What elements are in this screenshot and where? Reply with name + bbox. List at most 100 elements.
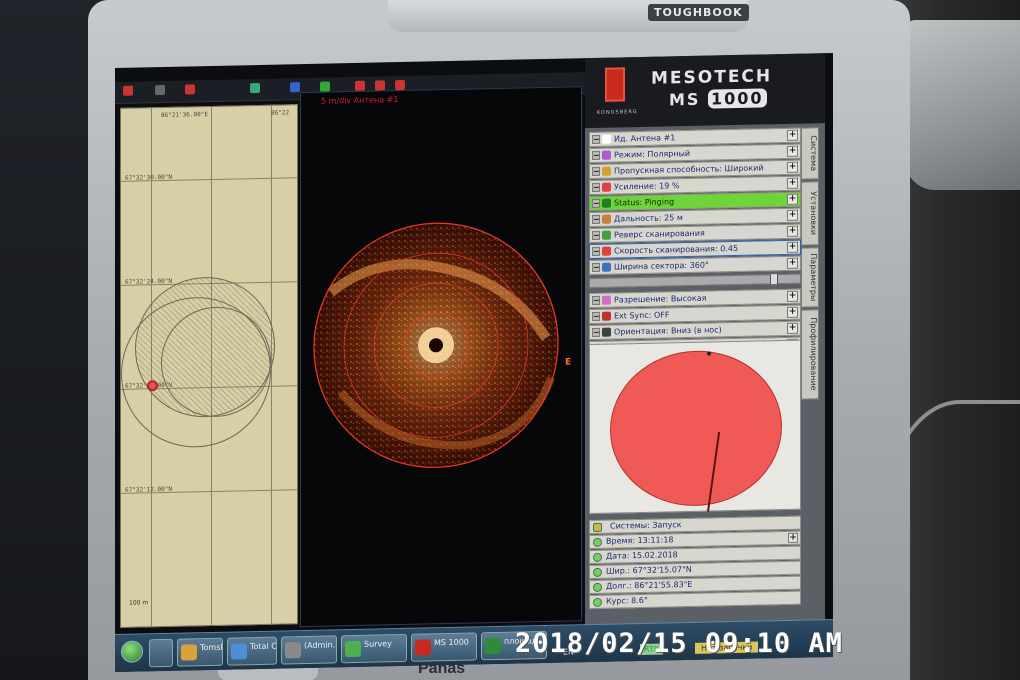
parameter-icon [602,295,611,305]
system-info-label: Дата: 15.02.2018 [606,550,678,561]
map-scale: 100 m [129,599,149,607]
heading-disk [610,349,782,512]
parameter-label: Дальность: 25 м [614,213,683,224]
product-model: MS 1000 [669,88,767,109]
collapse-icon[interactable]: − [592,166,600,177]
tab-settings[interactable]: Установки [801,181,819,246]
map-lat-label: 67°32'24.00"N [125,277,172,286]
collapse-icon[interactable]: − [592,295,600,306]
parameter-list: − Ид. Антена #1 + − Режим: Полярный + − Пропуск… [589,127,801,357]
expand-icon[interactable]: + [787,177,798,189]
product-name: MESOTECH [651,66,773,89]
toolbar-icon[interactable] [395,79,405,91]
slider-thumb[interactable] [770,273,778,286]
taskbar-app-label: Survey [364,639,392,649]
globe-icon [593,597,602,607]
expand-icon[interactable]: + [787,193,798,205]
tab-parameters[interactable]: Параметры [801,247,819,308]
parameter-icon [602,182,611,192]
expand-icon[interactable]: + [787,129,798,141]
parameter-row[interactable]: − Ширина сектора: 360° + [589,255,801,276]
toolbar-icon[interactable] [290,82,300,93]
expand-icon[interactable]: + [787,225,798,237]
collapse-icon[interactable]: − [592,311,600,322]
cloth [905,20,1020,190]
parameter-label: Status: Pinging [614,197,675,208]
parameter-icon [602,230,611,240]
taskbar-app-button[interactable]: Total C... [227,636,277,666]
system-info-label: Долг.: 86°21'55.83"E [606,579,693,591]
parameter-icon [602,150,611,160]
system-header-label: Системы: Запуск [610,520,682,531]
system-info-label: Курс: 8.6° [606,595,648,606]
system-icon [593,522,602,532]
taskbar-app-button[interactable]: (Admin... [281,635,337,665]
laptop-screen: 86°21'36.00"E 86°22 67°32'30.00"N 67°32'… [115,52,833,673]
parameter-icon [602,246,611,256]
map-panel[interactable]: 86°21'36.00"E 86°22 67°32'30.00"N 67°32'… [120,104,298,628]
parameter-label: Скорость сканирования: 0.45 [614,243,739,256]
map-lat-label: 67°32'12.00"N [125,485,172,494]
toolbar-icon[interactable] [355,80,365,91]
parameter-icon [602,327,611,337]
folder-icon[interactable] [149,638,173,668]
parameter-icon [602,198,611,208]
expand-icon[interactable]: + [787,209,798,221]
parameter-label: Ид. Антена #1 [614,133,676,144]
toolbar-icon[interactable] [375,80,385,91]
parameter-icon [602,166,611,176]
collapse-icon[interactable]: − [592,327,600,338]
expand-icon[interactable]: + [787,290,798,302]
collapse-icon[interactable]: − [592,246,600,257]
parameter-icon [602,214,611,224]
sonar-image [313,222,559,468]
expand-icon[interactable]: + [788,532,798,543]
heading-marker [707,351,711,356]
collapse-icon[interactable]: − [592,214,600,225]
system-info-label: Шир.: 67°32'15.07"N [606,564,692,576]
expand-icon[interactable]: + [787,241,798,253]
parameter-icon [602,134,611,144]
toolbar-icon[interactable] [320,81,330,92]
expand-icon[interactable]: + [787,257,798,269]
taskbar-app-button[interactable]: Tomsk... [177,637,223,667]
kongsberg-emblem-icon [605,67,625,102]
app-icon [415,639,431,656]
collapse-icon[interactable]: − [592,150,600,161]
sonar-panel[interactable]: 5 m/div Антена #1 E [300,86,582,628]
expand-icon[interactable]: + [787,145,798,157]
tab-profiling[interactable]: Профилирование [801,309,819,400]
expand-icon[interactable]: + [787,161,798,173]
map-top-coord: 86°22 [271,109,290,117]
sonar-direction-label: E [565,357,572,368]
collapse-icon[interactable]: − [592,134,600,145]
parameter-icon [602,262,611,272]
app-icon [181,644,197,661]
model-prefix: MS [669,89,701,110]
globe-icon [593,537,602,547]
collapse-icon[interactable]: − [592,230,600,241]
collapse-icon[interactable]: − [592,198,600,209]
taskbar-app-button[interactable]: Survey [341,633,407,664]
expand-icon[interactable]: + [787,322,798,334]
tab-system[interactable]: Система [801,127,819,180]
taskbar-app-button[interactable]: MS 1000 [411,632,477,662]
parameter-label: Ext Sync: OFF [614,310,670,321]
parameter-label: Реверс сканирования [614,228,705,240]
taskbar-app-label: MS 1000 [434,637,469,648]
map-lat-label: 67°32'30.00"N [125,173,172,182]
collapse-icon[interactable]: − [592,262,600,273]
app-icon [485,637,501,655]
expand-icon[interactable]: + [787,306,798,318]
collapse-icon[interactable]: − [592,182,600,193]
parameter-icon [602,311,611,321]
toolbar-icon[interactable] [185,84,195,95]
toolbar-icon[interactable] [123,85,133,96]
toolbar-icon[interactable] [155,84,165,96]
toolbar-icon[interactable] [250,82,260,94]
start-button[interactable] [121,640,143,663]
control-panel: KONGSBERG MESOTECH MS 1000 Система Устан… [585,53,825,663]
sector-slider[interactable] [589,273,801,289]
globe-icon [593,552,602,562]
app-icon [345,640,361,658]
